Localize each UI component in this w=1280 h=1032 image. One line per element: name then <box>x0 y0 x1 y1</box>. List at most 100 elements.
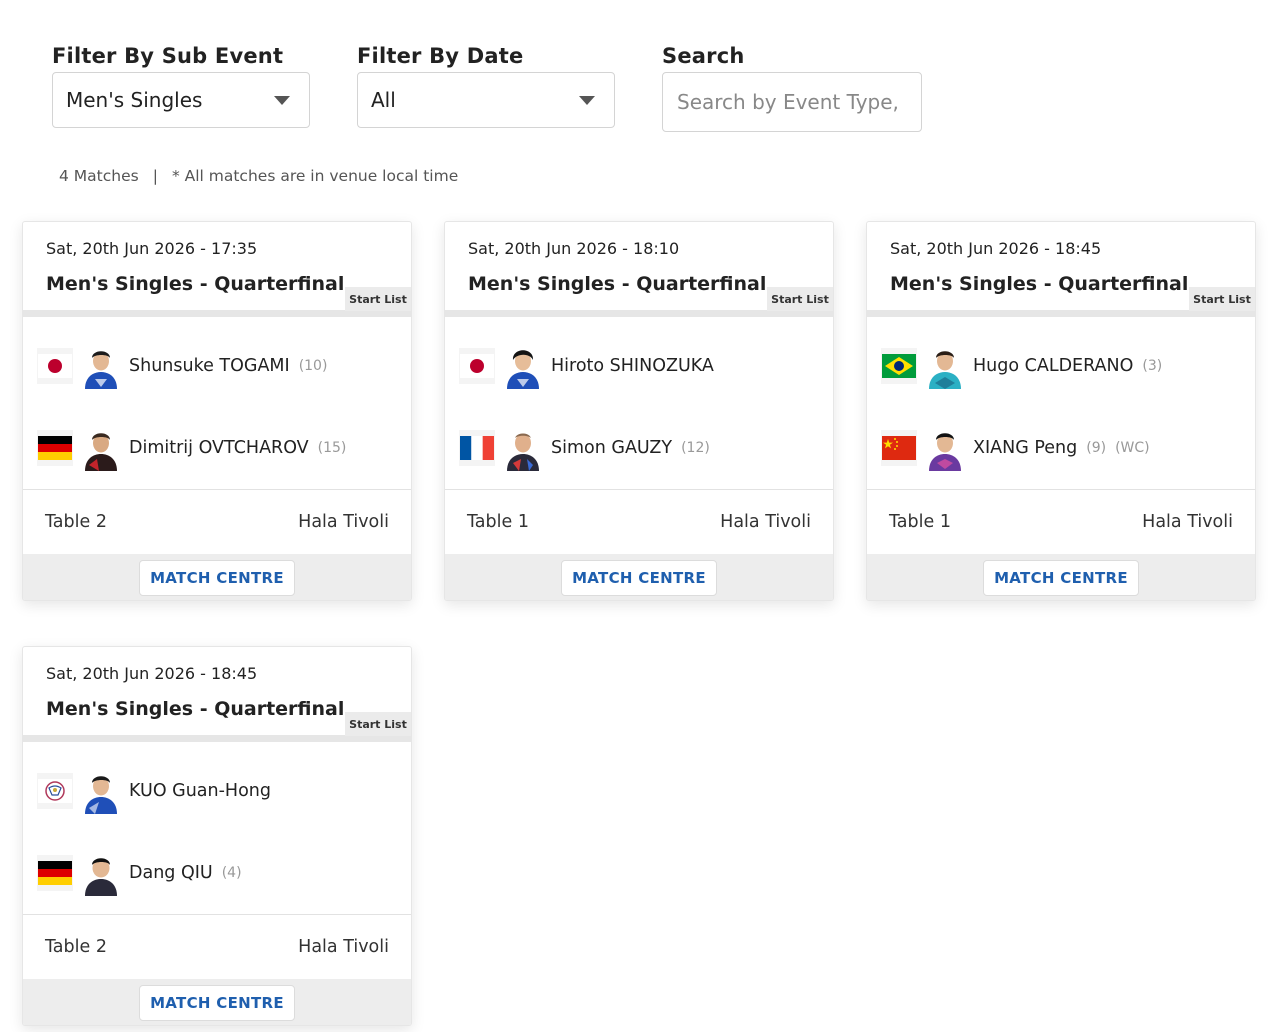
player-row[interactable]: Hiroto SHINOZUKA <box>459 341 714 391</box>
sub-event-select-value: Men's Singles <box>66 88 203 112</box>
match-schedule-page: Filter By Sub Event Men's Singles Filter… <box>0 0 1280 1032</box>
player-avatar <box>501 343 545 389</box>
player-seed: (10) <box>298 358 328 374</box>
match-card-header: Sat, 20th Jun 2026 - 18:45 Men's Singles… <box>23 647 411 736</box>
match-card-footer: MATCH CENTRE <box>867 554 1255 600</box>
match-title: Men's Singles - Quarterfinal <box>46 273 345 295</box>
start-list-button[interactable]: Start List <box>345 712 411 736</box>
match-centre-button[interactable]: MATCH CENTRE <box>561 560 717 596</box>
match-datetime: Sat, 20th Jun 2026 - 18:45 <box>890 239 1102 258</box>
venue-row: Table 1 Hala Tivoli <box>445 490 833 554</box>
start-list-button[interactable]: Start List <box>1189 287 1255 311</box>
player-row[interactable]: Hugo CALDERANO (3) <box>881 341 1162 391</box>
player-seed: (9) <box>1086 440 1107 456</box>
start-list-button[interactable]: Start List <box>767 287 833 311</box>
search-filter: Search <box>662 44 922 132</box>
match-card-footer: MATCH CENTRE <box>23 554 411 600</box>
player-seed: (4) <box>221 865 242 881</box>
date-select-value: All <box>371 88 396 112</box>
chinese-taipei-flag-icon <box>37 773 73 809</box>
match-count: 4 Matches <box>59 167 139 185</box>
match-datetime: Sat, 20th Jun 2026 - 18:10 <box>468 239 680 258</box>
player-row[interactable]: Dimitrij OVTCHAROV (15) <box>37 423 346 473</box>
results-meta: 4 Matches | * All matches are in venue loc… <box>59 167 458 185</box>
germany-flag-icon <box>37 855 73 891</box>
table-label: Table 1 <box>467 512 529 532</box>
brazil-flag-icon <box>881 348 917 384</box>
match-centre-button[interactable]: MATCH CENTRE <box>983 560 1139 596</box>
header-divider <box>23 735 411 742</box>
player-seed: (12) <box>681 440 710 456</box>
japan-flag-icon <box>459 348 495 384</box>
player-name: Shunsuke TOGAMI <box>129 356 290 376</box>
player-row[interactable]: Simon GAUZY (12) <box>459 423 710 473</box>
player-row[interactable]: Dang QIU (4) <box>37 848 242 898</box>
player-seed: (15) <box>317 440 347 456</box>
match-title: Men's Singles - Quarterfinal <box>46 698 345 720</box>
player-row[interactable]: KUO Guan-Hong <box>37 766 271 816</box>
chevron-down-icon <box>274 96 290 105</box>
player-avatar <box>79 850 123 896</box>
players-section: KUO Guan-Hong Dang QIU (4) <box>23 742 411 914</box>
player-avatar <box>79 768 123 814</box>
table-label: Table 1 <box>889 512 951 532</box>
match-datetime: Sat, 20th Jun 2026 - 18:45 <box>46 664 258 683</box>
venue-row: Table 2 Hala Tivoli <box>23 915 411 979</box>
player-row[interactable]: XIANG Peng (9) (WC) <box>881 423 1150 473</box>
header-divider <box>867 310 1255 317</box>
chevron-down-icon <box>579 96 595 105</box>
match-card-footer: MATCH CENTRE <box>23 979 411 1025</box>
search-input[interactable] <box>662 72 922 132</box>
date-filter-label: Filter By Date <box>357 44 524 68</box>
venue-label: Hala Tivoli <box>720 512 811 532</box>
table-label: Table 2 <box>45 512 107 532</box>
date-select[interactable]: All <box>357 72 615 128</box>
player-seed: (3) <box>1142 358 1163 374</box>
match-datetime: Sat, 20th Jun 2026 - 17:35 <box>46 239 258 258</box>
japan-flag-icon <box>37 348 73 384</box>
search-label: Search <box>662 44 745 68</box>
player-name: Simon GAUZY <box>551 438 673 458</box>
match-title: Men's Singles - Quarterfinal <box>890 273 1189 295</box>
china-flag-icon <box>881 430 917 466</box>
player-name: Dimitrij OVTCHAROV <box>129 438 309 458</box>
meta-separator: | <box>152 167 158 185</box>
timezone-note: * All matches are in venue local time <box>171 167 459 185</box>
players-section: Shunsuke TOGAMI (10) Dimitrij OVTCHAROV … <box>23 317 411 489</box>
player-name: Hiroto SHINOZUKA <box>551 356 714 376</box>
player-avatar <box>923 425 967 471</box>
match-card: Sat, 20th Jun 2026 - 17:35 Men's Singles… <box>22 221 412 601</box>
sub-event-select[interactable]: Men's Singles <box>52 72 310 128</box>
wildcard-badge: (WC) <box>1115 440 1150 456</box>
header-divider <box>23 310 411 317</box>
venue-label: Hala Tivoli <box>298 512 389 532</box>
player-avatar <box>79 425 123 471</box>
match-card: Sat, 20th Jun 2026 - 18:45 Men's Singles… <box>866 221 1256 601</box>
player-name: Hugo CALDERANO <box>973 356 1134 376</box>
sub-event-filter-label: Filter By Sub Event <box>52 44 284 68</box>
player-name: KUO Guan-Hong <box>129 781 271 801</box>
match-card: Sat, 20th Jun 2026 - 18:10 Men's Singles… <box>444 221 834 601</box>
date-filter: Filter By Date All <box>357 44 615 128</box>
match-centre-button[interactable]: MATCH CENTRE <box>139 560 295 596</box>
player-name: Dang QIU <box>129 863 213 883</box>
match-card-header: Sat, 20th Jun 2026 - 17:35 Men's Singles… <box>23 222 411 311</box>
match-card: Sat, 20th Jun 2026 - 18:45 Men's Singles… <box>22 646 412 1026</box>
table-label: Table 2 <box>45 937 107 957</box>
match-card-header: Sat, 20th Jun 2026 - 18:45 Men's Singles… <box>867 222 1255 311</box>
player-name: XIANG Peng <box>973 438 1078 458</box>
match-title: Men's Singles - Quarterfinal <box>468 273 767 295</box>
player-row[interactable]: Shunsuke TOGAMI (10) <box>37 341 327 391</box>
player-avatar <box>79 343 123 389</box>
match-centre-button[interactable]: MATCH CENTRE <box>139 985 295 1021</box>
venue-row: Table 2 Hala Tivoli <box>23 490 411 554</box>
header-divider <box>445 310 833 317</box>
player-avatar <box>923 343 967 389</box>
france-flag-icon <box>459 430 495 466</box>
venue-label: Hala Tivoli <box>298 937 389 957</box>
start-list-button[interactable]: Start List <box>345 287 411 311</box>
venue-label: Hala Tivoli <box>1142 512 1233 532</box>
venue-row: Table 1 Hala Tivoli <box>867 490 1255 554</box>
match-card-header: Sat, 20th Jun 2026 - 18:10 Men's Singles… <box>445 222 833 311</box>
players-section: Hugo CALDERANO (3) XIANG Peng (9) (WC) <box>867 317 1255 489</box>
